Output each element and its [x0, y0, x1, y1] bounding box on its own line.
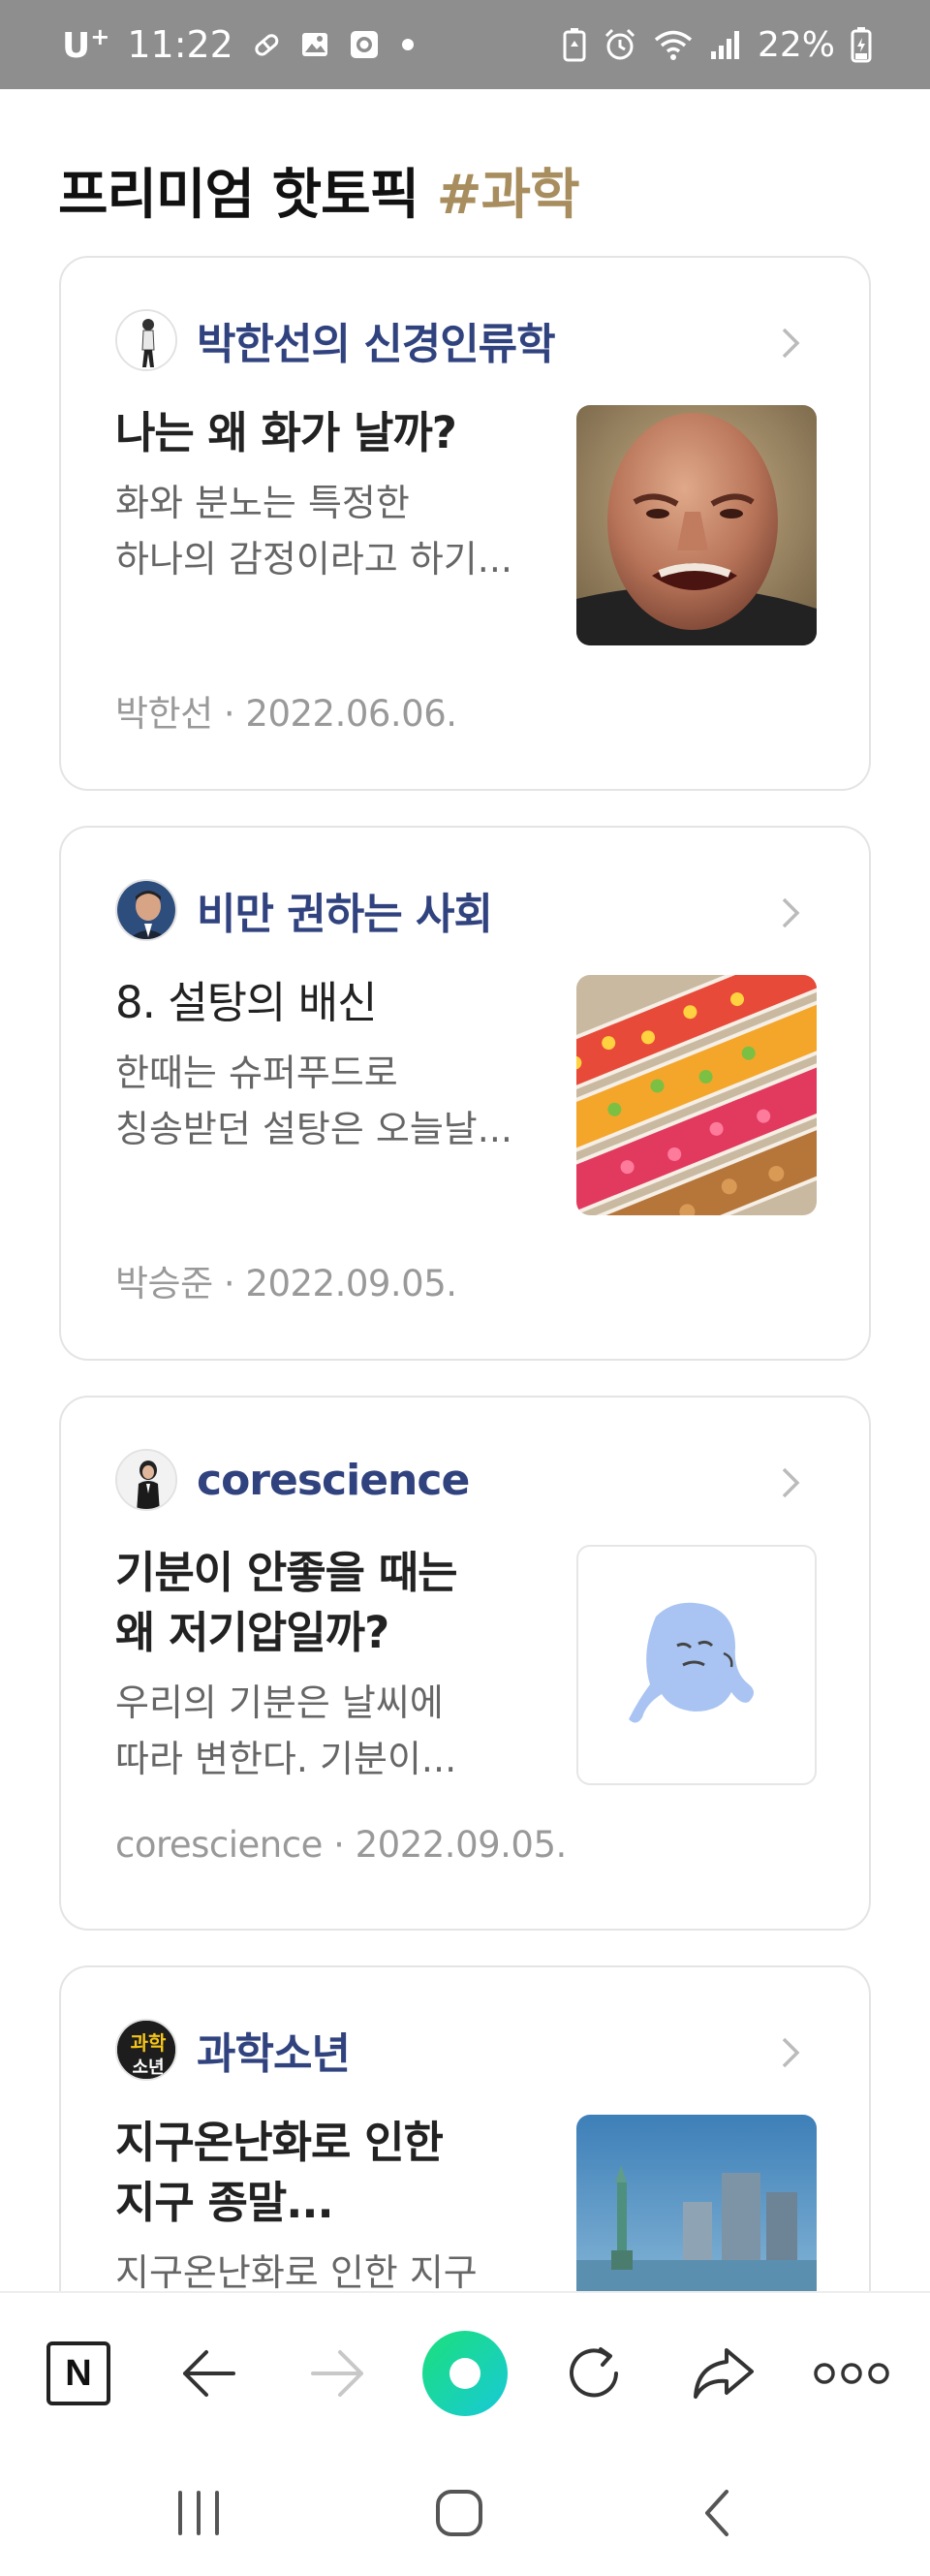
browser-toolbar: N [0, 2291, 930, 2450]
dot-icon [398, 35, 418, 54]
section-title-text: 프리미엄 핫토픽 [58, 164, 419, 227]
share-button[interactable] [680, 2330, 767, 2417]
green-dot-icon [422, 2331, 508, 2416]
article-title: 나는 왜 화가 날까? [115, 407, 457, 458]
system-back-button[interactable] [668, 2479, 765, 2547]
battery-percent: 22% [757, 24, 835, 65]
carrier-label: U+ [62, 23, 110, 66]
card-source[interactable]: corescience [115, 1448, 470, 1512]
chevron-right-icon[interactable] [774, 894, 807, 932]
avatar-logo-text-bottom: 소년 [132, 2058, 164, 2078]
wifi-icon [653, 27, 694, 62]
article-title: 기분이 안좋을 때는 왜 저기압일까? [115, 1547, 458, 1658]
source-name: 과학소년 [197, 2029, 351, 2079]
article-desc: 화와 분노는 특정한 하나의 감정이라고 하기... [115, 482, 512, 581]
refresh-button[interactable] [550, 2330, 637, 2417]
article-meta: 박승준 · 2022.09.05. [115, 1263, 457, 1304]
arrow-right-icon [311, 2350, 363, 2397]
card-source[interactable]: 박한선의 신경인류학 [115, 308, 556, 372]
refresh-icon [570, 2347, 618, 2398]
article-meta: 박한선 · 2022.06.06. [115, 693, 457, 735]
naver-home-button[interactable]: N [35, 2330, 122, 2417]
alarm-icon [603, 27, 637, 62]
chevron-right-icon[interactable] [774, 1463, 807, 1502]
avatar-logo-text-top: 과학 [131, 2031, 167, 2055]
pill-icon [251, 29, 282, 60]
back-chevron-icon [705, 2490, 728, 2536]
signal-icon [709, 28, 742, 61]
section-title: 프리미엄 핫토픽 #과학 [58, 151, 580, 230]
source-name: corescience [197, 1455, 470, 1505]
naver-home-label: N [65, 2352, 92, 2394]
card-source[interactable]: 과학 소년 과학소년 [115, 2018, 351, 2082]
recent-apps-icon [178, 2491, 219, 2535]
article-thumbnail [576, 975, 817, 1215]
status-left: U+ 11:22 [62, 23, 418, 66]
more-button[interactable] [808, 2330, 895, 2417]
article-card[interactable]: 박한선의 신경인류학 나는 왜 화가 날까? 화와 분노는 특정한 하나의 감정… [59, 256, 871, 791]
author-avatar [115, 1449, 177, 1511]
status-bar: U+ 11:22 22% [0, 0, 930, 89]
arrow-left-icon [183, 2350, 235, 2397]
article-desc: 우리의 기분은 날씨에 따라 변한다. 기분이... [115, 1681, 457, 1780]
article-title: 8. 설탕의 배신 [115, 977, 378, 1028]
article-thumbnail [576, 405, 817, 645]
source-name: 박한선의 신경인류학 [197, 320, 556, 369]
article-card[interactable]: 비만 권하는 사회 8. 설탕의 배신 한때는 슈퍼푸드로 칭송받던 설탕은 오… [59, 826, 871, 1361]
card-source[interactable]: 비만 권하는 사회 [115, 878, 493, 942]
author-avatar [115, 309, 177, 371]
source-name: 비만 권하는 사회 [197, 890, 493, 939]
home-button[interactable] [411, 2479, 508, 2547]
battery-icon [851, 26, 872, 63]
back-button[interactable] [165, 2330, 252, 2417]
battery-saver-icon [562, 27, 587, 62]
article-card[interactable]: corescience 기분이 안좋을 때는 왜 저기압일까? 우리의 기분은 … [59, 1396, 871, 1931]
article-title: 지구온난화로 인한 지구 종말... [115, 2117, 444, 2228]
article-thumbnail [576, 1545, 817, 1785]
article-desc: 한때는 슈퍼푸드로 칭송받던 설탕은 오늘날... [115, 1052, 512, 1150]
image-icon [299, 29, 330, 60]
chevron-right-icon[interactable] [774, 324, 807, 362]
share-icon [694, 2348, 754, 2399]
home-icon [436, 2490, 482, 2536]
record-icon [348, 28, 381, 61]
more-dots-icon [814, 2363, 889, 2384]
article-meta: corescience · 2022.09.05. [115, 1824, 567, 1866]
author-avatar [115, 879, 177, 941]
recent-apps-button[interactable] [150, 2479, 247, 2547]
system-nav-bar [0, 2450, 930, 2576]
author-avatar: 과학소년 [115, 2019, 177, 2081]
status-right: 22% [562, 23, 872, 66]
green-dot-button[interactable] [421, 2330, 509, 2417]
chevron-right-icon[interactable] [774, 2033, 807, 2072]
section-tag[interactable]: #과학 [437, 164, 580, 227]
clock: 11:22 [127, 23, 233, 66]
forward-button[interactable] [294, 2330, 382, 2417]
